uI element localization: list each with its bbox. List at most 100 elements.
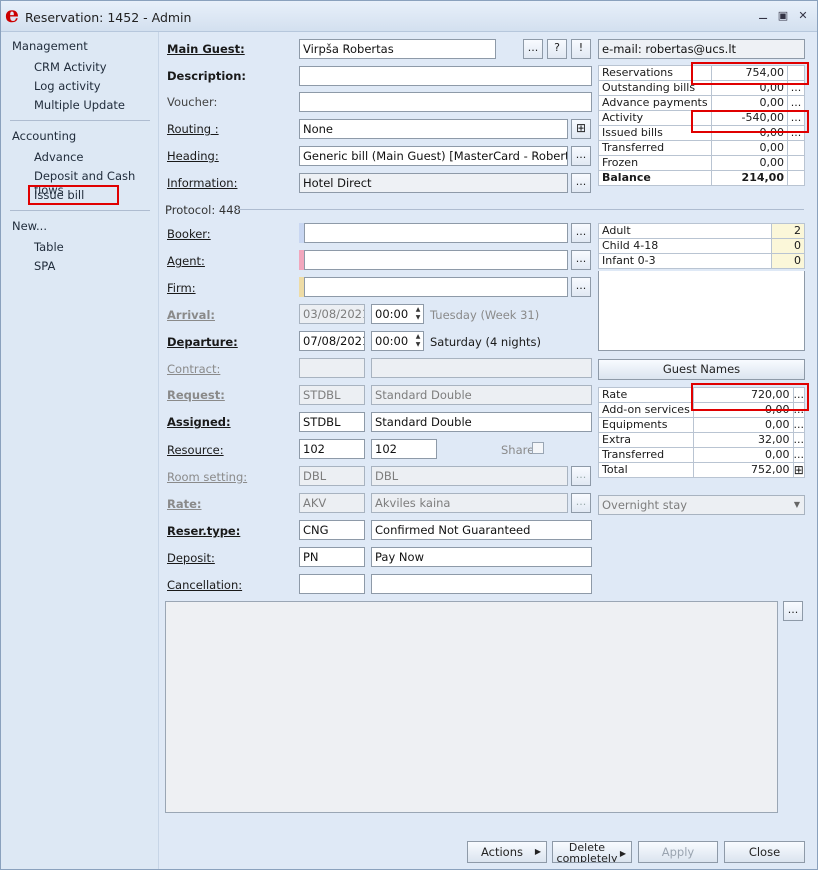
departure-time-spinner[interactable]: ▲ ▼ (414, 333, 422, 349)
main-guest-label[interactable]: Main Guest: (167, 42, 245, 56)
routing-input[interactable]: None (299, 119, 568, 139)
room-setting-more-button: ... (571, 466, 591, 486)
assigned-label[interactable]: Assigned: (167, 415, 231, 429)
restore-icon[interactable]: ⚊ (756, 9, 770, 23)
assigned-input[interactable]: Standard Double (371, 412, 592, 432)
balance-total-label: Balance (598, 170, 712, 186)
guest-count[interactable]: 2 (771, 223, 805, 239)
sidebar-item-table[interactable]: Table (34, 240, 64, 254)
booker-label[interactable]: Booker: (167, 227, 211, 241)
agent-input[interactable] (304, 250, 568, 270)
sidebar-item-multiple-update[interactable]: Multiple Update (34, 98, 125, 112)
rate-more-button[interactable]: ... (792, 432, 805, 448)
rate-code-input: AKV (299, 493, 365, 513)
arrival-date-input: 03/08/2021 (299, 304, 365, 324)
information-label[interactable]: Information: (167, 176, 237, 190)
cancellation-input[interactable] (371, 574, 592, 594)
apply-button: Apply (638, 841, 718, 863)
rate-more-button[interactable]: ... (792, 447, 805, 463)
alert-button[interactable]: ! (571, 39, 591, 59)
firm-more-button[interactable]: ... (571, 277, 591, 297)
rate-more-button[interactable]: ... (792, 417, 805, 433)
table-row: Adult 2 (598, 223, 805, 239)
arrival-time-spinner[interactable]: ▲ ▼ (414, 306, 422, 322)
contract-code-input (299, 358, 365, 378)
assigned-code-input[interactable]: STDBL (299, 412, 365, 432)
notes-more-button[interactable]: ... (783, 601, 803, 621)
heading-input[interactable]: Generic bill (Main Guest) [MasterCard - … (299, 146, 568, 166)
firm-input[interactable] (304, 277, 568, 297)
delete-completely-button[interactable]: Delete completely ▶ (552, 841, 632, 863)
cancellation-label[interactable]: Cancellation: (167, 578, 242, 592)
highlight-reservations (691, 62, 809, 85)
actions-button[interactable]: Actions ▶ (467, 841, 547, 863)
booker-input[interactable] (304, 223, 568, 243)
table-row: Balance 214,00 (598, 170, 805, 186)
protocol-divider (237, 209, 804, 210)
sidebar: Management CRM Activity Log activity Mul… (1, 32, 159, 869)
balance-label: Transferred (598, 140, 712, 156)
voucher-label: Voucher: (167, 95, 218, 109)
cancellation-code-input[interactable] (299, 574, 365, 594)
room-setting-label: Room setting: (167, 470, 248, 484)
guest-type-label: Adult (598, 223, 772, 239)
deposit-code-input[interactable]: PN (299, 547, 365, 567)
guest-type-label: Child 4-18 (598, 238, 772, 254)
maximize-icon[interactable]: ▣ (776, 9, 790, 23)
resource-code-input[interactable]: 102 (299, 439, 365, 459)
help-button[interactable]: ? (547, 39, 567, 59)
arrival-time-input[interactable]: 00:00 ▲ ▼ (371, 304, 424, 324)
guest-count[interactable]: 0 (771, 238, 805, 254)
notes-textarea[interactable] (165, 601, 778, 813)
close-icon[interactable]: ✕ (796, 9, 810, 23)
information-input[interactable]: Hotel Direct (299, 173, 568, 193)
guest-type-label: Infant 0-3 (598, 253, 772, 269)
agent-label[interactable]: Agent: (167, 254, 205, 268)
departure-label[interactable]: Departure: (167, 335, 238, 349)
rate-row-value: 752,00 (693, 462, 794, 478)
heading-more-button[interactable]: ... (571, 146, 591, 166)
title-bar: e Reservation: 1452 - Admin ⚊ ▣ ✕ (1, 1, 817, 32)
departure-date-input[interactable]: 07/08/2021 (299, 331, 365, 351)
firm-label[interactable]: Firm: (167, 281, 196, 295)
routing-tree-icon[interactable]: ⊞ (571, 119, 591, 139)
agent-more-button[interactable]: ... (571, 250, 591, 270)
sidebar-item-advance[interactable]: Advance (34, 150, 84, 164)
deposit-input[interactable]: Pay Now (371, 547, 592, 567)
main-guest-more-button[interactable]: ... (523, 39, 543, 59)
guest-names-button[interactable]: Guest Names (598, 359, 805, 380)
guest-count[interactable]: 0 (771, 253, 805, 269)
stay-type-value: Overnight stay (602, 498, 688, 512)
share-checkbox[interactable] (532, 442, 544, 454)
stay-type-select[interactable]: Overnight stay ▼ (598, 495, 805, 515)
description-input[interactable] (299, 66, 592, 86)
sidebar-item-spa[interactable]: SPA (34, 259, 55, 273)
sidebar-group-new[interactable]: New... (12, 219, 47, 233)
main-guest-input[interactable]: Virpša Robertas (299, 39, 496, 59)
sidebar-item-crm-activity[interactable]: CRM Activity (34, 60, 107, 74)
resource-input[interactable]: 102 (371, 439, 437, 459)
delete-label: Delete completely (556, 841, 618, 863)
deposit-label[interactable]: Deposit: (167, 551, 215, 565)
information-more-button[interactable]: ... (571, 173, 591, 193)
table-row: Equipments 0,00... (598, 417, 805, 433)
heading-label[interactable]: Heading: (167, 149, 219, 163)
reser-type-input[interactable]: Confirmed Not Guaranteed (371, 520, 592, 540)
departure-time-input[interactable]: 00:00 ▲ ▼ (371, 331, 424, 351)
reser-type-label[interactable]: Reser.type: (167, 524, 240, 538)
resource-label[interactable]: Resource: (167, 443, 224, 457)
total-tree-icon[interactable]: ⊞ (792, 462, 805, 478)
app-logo-icon: e (5, 2, 19, 28)
booker-more-button[interactable]: ... (571, 223, 591, 243)
balance-empty-cell (787, 155, 805, 171)
table-row: Frozen 0,00 (598, 155, 805, 171)
balance-more-button[interactable]: ... (787, 95, 805, 111)
close-button[interactable]: Close (724, 841, 805, 863)
sidebar-item-log-activity[interactable]: Log activity (34, 79, 101, 93)
routing-label[interactable]: Routing : (167, 122, 219, 136)
reser-type-code-input[interactable]: CNG (299, 520, 365, 540)
balance-label: Frozen (598, 155, 712, 171)
table-row: Total 752,00 ⊞ (598, 462, 805, 478)
voucher-input[interactable] (299, 92, 592, 112)
arrival-time-value: 00:00 (375, 307, 409, 321)
